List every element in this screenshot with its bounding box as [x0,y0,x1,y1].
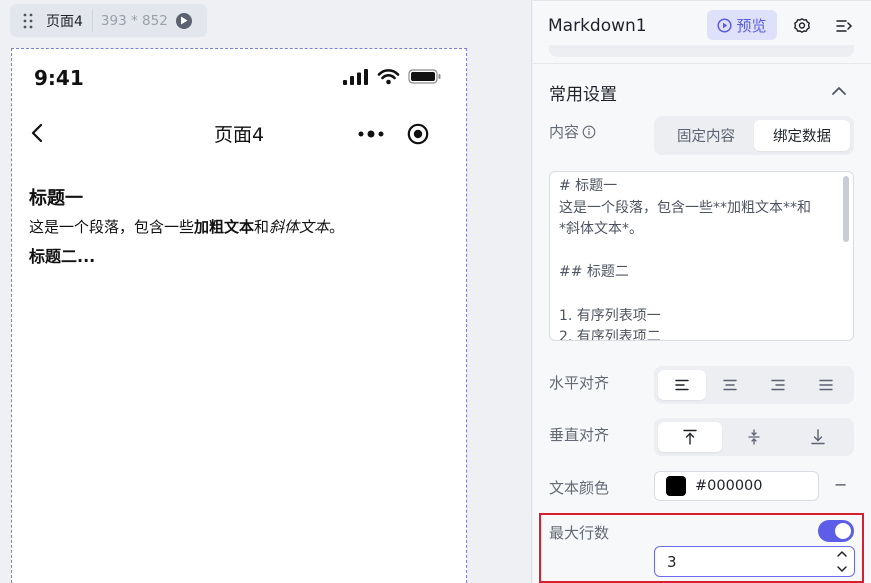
chevron-up-icon[interactable] [836,549,848,559]
horizontal-align-control [654,366,854,404]
preview-button[interactable]: 预览 [707,10,777,40]
chevron-down-icon[interactable] [836,564,848,574]
page-size: 393 * 852 [100,12,168,29]
markdown-editor: # 标题一 这是一个段落，包含一些**加粗文本**和 *斜体文本*。 ## 标题… [549,171,854,341]
text-color-field[interactable]: #000000 [654,471,819,501]
status-time: 9:41 [34,66,84,90]
page-tab[interactable]: 页面4 393 * 852 [10,4,207,37]
align-right-icon [771,379,785,391]
phone-frame: 9:41 页面4 标题一 这是一个段落，包含一些加粗文本和斜体文本。 标题二..… [11,48,467,583]
design-canvas: 页面4 393 * 852 9:41 页面4 标题一 这是一个段落，包含一些加粗… [0,0,532,583]
content-source-toggle: 固定内容 绑定数据 [654,116,854,155]
page-tab-name: 页面4 [46,13,83,30]
align-left-icon [675,379,689,391]
align-justify-icon [819,379,833,391]
align-bottom-option[interactable] [786,422,850,452]
color-value: #000000 [695,478,763,494]
component-name: Markdown1 [548,16,647,36]
align-center-icon [723,379,737,391]
number-stepper[interactable] [836,549,848,574]
close-target-icon[interactable] [407,123,429,145]
markdown-preview: 标题一 这是一个段落，包含一些加粗文本和斜体文本。 标题二... [29,184,449,267]
horizontal-align-label: 水平对齐 [549,374,610,392]
section-title: 常用设置 [549,85,617,105]
wifi-icon [377,69,400,85]
play-circle-icon [717,17,733,33]
cellular-signal-icon [343,68,368,85]
more-dots-icon[interactable] [358,130,384,138]
preview-label: 预览 [736,16,767,35]
align-top-icon [683,429,697,445]
italic-text: 斜体文本 [269,218,330,236]
max-lines-input[interactable]: 3 [654,546,855,577]
battery-icon [408,69,441,84]
clear-color-button[interactable]: − [834,475,847,494]
max-lines-toggle[interactable] [818,520,854,542]
align-right-option[interactable] [754,370,802,400]
toggle-knob [835,523,851,539]
paragraph-text: 。 [329,218,345,236]
info-icon[interactable] [582,125,596,139]
markdown-source-textarea[interactable]: # 标题一 这是一个段落，包含一些**加粗文本**和 *斜体文本*。 ## 标题… [550,172,840,340]
align-top-option[interactable] [658,422,722,452]
markdown-heading-2: 标题二... [29,247,96,266]
markdown-heading-1: 标题一 [29,188,83,209]
properties-panel: Markdown1 预览 常用设置 内容 固定内容 绑定数据 # 标题一 这是一… [533,0,871,583]
previous-section-edge [549,45,854,57]
max-lines-label: 最大行数 [549,524,610,542]
vertical-align-control [654,418,854,456]
content-label: 内容 [549,121,596,142]
tab-fixed-content[interactable]: 固定内容 [658,120,754,151]
divider [91,9,93,32]
gear-icon[interactable] [793,17,811,35]
max-lines-setting: 最大行数 3 [539,513,864,583]
bold-text: 加粗文本 [194,218,255,236]
content-label-text: 内容 [549,123,580,141]
vertical-align-label: 垂直对齐 [549,426,610,444]
color-swatch[interactable] [666,476,686,496]
paragraph-text: 和 [254,218,270,236]
status-icons [343,68,442,85]
collapse-panel-icon[interactable] [835,17,853,35]
align-bottom-icon [811,429,825,445]
drag-handle-icon[interactable] [10,13,46,29]
align-middle-icon [748,429,760,445]
editor-scrollbar[interactable] [843,176,849,242]
align-center-option[interactable] [706,370,754,400]
chevron-up-icon[interactable] [830,84,848,98]
tab-bind-data[interactable]: 绑定数据 [754,120,850,151]
mini-program-capsule [346,117,440,151]
align-left-option[interactable] [658,370,706,400]
align-middle-option[interactable] [722,422,786,452]
text-color-label: 文本颜色 [549,479,610,497]
markdown-paragraph: 这是一个段落，包含一些加粗文本和斜体文本。 [29,216,449,237]
align-justify-option[interactable] [802,370,850,400]
max-lines-value: 3 [667,552,677,571]
divider [533,63,871,64]
play-icon[interactable] [175,12,192,29]
paragraph-text: 这是一个段落，包含一些 [29,218,195,236]
